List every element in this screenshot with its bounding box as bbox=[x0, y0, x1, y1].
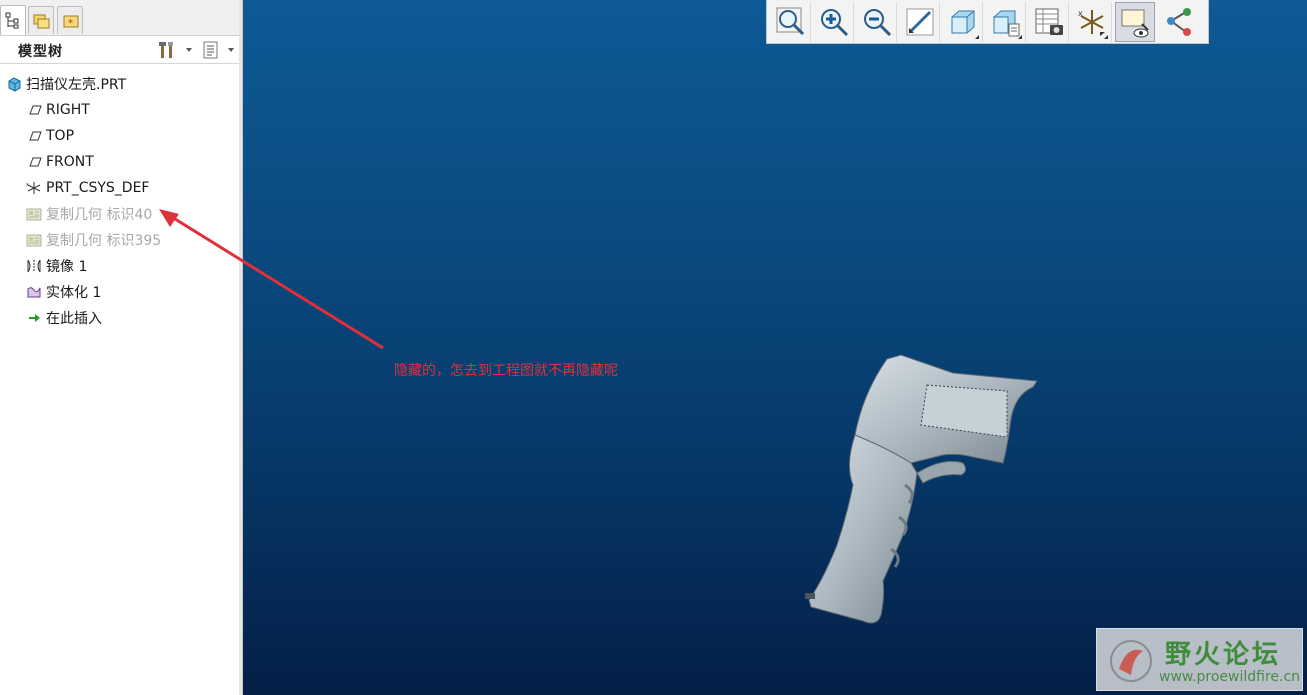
folders-icon bbox=[33, 14, 50, 29]
tree-item-label: 在此插入 bbox=[46, 311, 102, 327]
tree-item-label: 实体化 1 bbox=[46, 285, 102, 301]
watermark-url: www.proewildfire.cn bbox=[1159, 669, 1301, 685]
spin-center-button[interactable] bbox=[1158, 2, 1198, 42]
datum-plane-icon bbox=[26, 128, 42, 144]
tree-item-label: 镜像 1 bbox=[46, 259, 88, 275]
favorites-tab[interactable]: * bbox=[57, 6, 83, 34]
part-icon bbox=[6, 76, 22, 92]
repaint-icon bbox=[906, 8, 934, 36]
repaint-button[interactable] bbox=[900, 2, 940, 42]
list-view-icon bbox=[203, 41, 218, 59]
navigator-tabs: * bbox=[0, 0, 240, 36]
tree-item-solidify[interactable]: 实体化 1 bbox=[26, 281, 101, 303]
tree-item-copy-geom-40[interactable]: 复制几何 标识40 bbox=[26, 203, 152, 225]
tree-item-label: 复制几何 标识40 bbox=[46, 207, 153, 223]
forum-watermark: 野火论坛 www.proewildfire.cn bbox=[1096, 628, 1303, 691]
view-manager-button[interactable] bbox=[1029, 2, 1069, 42]
tree-item-label: TOP bbox=[46, 128, 75, 144]
tree-item-copy-geom-395[interactable]: 复制几何 标识395 bbox=[26, 229, 161, 251]
tree-item-insert-here[interactable]: 在此插入 bbox=[26, 307, 102, 329]
tree-item-top[interactable]: TOP bbox=[26, 125, 74, 147]
tree-item-mirror[interactable]: 镜像 1 bbox=[26, 255, 87, 277]
annotation-arrow bbox=[159, 209, 384, 350]
tree-show-button[interactable] bbox=[202, 40, 238, 60]
refit-zoom-button[interactable] bbox=[771, 2, 811, 42]
datum-plane-icon bbox=[26, 102, 42, 118]
copy-geometry-icon bbox=[26, 232, 42, 248]
view-toolbar: x bbox=[766, 0, 1209, 44]
tree-item-label: PRT_CSYS_DEF bbox=[46, 180, 150, 196]
mirror-icon bbox=[26, 258, 42, 274]
display-style-icon bbox=[951, 10, 975, 34]
copy-geometry-icon bbox=[26, 206, 42, 222]
refit-zoom-icon bbox=[776, 7, 805, 36]
tree-item-front[interactable]: FRONT bbox=[26, 151, 94, 173]
display-style-button[interactable] bbox=[943, 2, 983, 42]
folder-browser-tab[interactable] bbox=[28, 6, 54, 34]
watermark-logo-icon bbox=[1110, 640, 1152, 682]
svg-text:*: * bbox=[68, 18, 73, 29]
zoom-out-icon bbox=[864, 9, 892, 37]
watermark-title: 野火论坛 bbox=[1165, 640, 1282, 670]
favorites-icon: * bbox=[63, 15, 79, 29]
svg-text:x: x bbox=[1078, 9, 1083, 18]
datum-display-icon: x bbox=[1078, 9, 1105, 36]
model-tree-title: 模型树 bbox=[18, 44, 63, 60]
zoom-in-icon bbox=[821, 9, 849, 37]
spin-center-icon bbox=[1167, 8, 1191, 36]
svg-text:x: x bbox=[26, 182, 29, 188]
tools-icon bbox=[159, 42, 173, 58]
datum-plane-icon bbox=[26, 154, 42, 170]
zoom-in-button[interactable] bbox=[814, 2, 854, 42]
zoom-out-button[interactable] bbox=[857, 2, 897, 42]
view-manager-icon bbox=[1035, 8, 1063, 35]
tree-item-label: 复制几何 标识395 bbox=[46, 233, 162, 249]
tree-root-label: 扫描仪左壳.PRT bbox=[26, 77, 127, 93]
saved-views-button[interactable] bbox=[986, 2, 1026, 42]
tree-item-label: RIGHT bbox=[46, 102, 90, 118]
model-tree-header: 模型树 bbox=[0, 36, 240, 64]
tree-root-part[interactable]: 扫描仪左壳.PRT bbox=[6, 73, 126, 95]
insert-here-arrow-icon bbox=[26, 310, 42, 326]
tree-item-right[interactable]: RIGHT bbox=[26, 99, 90, 121]
model-tree-tab[interactable] bbox=[0, 5, 26, 35]
graphics-viewport[interactable]: x 隐藏的，怎去到工程图就不再隐藏呢 野火论坛 www.proewildfire… bbox=[159, 0, 1307, 695]
tree-item-label: FRONT bbox=[46, 154, 94, 170]
solidify-icon bbox=[26, 284, 42, 300]
model-tree-icon bbox=[5, 12, 19, 29]
coordinate-system-icon: x bbox=[26, 180, 42, 196]
tree-item-csys[interactable]: x PRT_CSYS_DEF bbox=[26, 177, 149, 199]
saved-views-icon bbox=[993, 10, 1020, 37]
tree-settings-button[interactable] bbox=[158, 40, 194, 60]
annotation-display-icon bbox=[1121, 9, 1149, 38]
annotation-display-button[interactable] bbox=[1115, 2, 1155, 42]
scanner-shell-model[interactable] bbox=[793, 345, 1103, 640]
datum-display-button[interactable]: x bbox=[1072, 2, 1112, 42]
annotation-note: 隐藏的，怎去到工程图就不再隐藏呢 bbox=[394, 363, 618, 379]
